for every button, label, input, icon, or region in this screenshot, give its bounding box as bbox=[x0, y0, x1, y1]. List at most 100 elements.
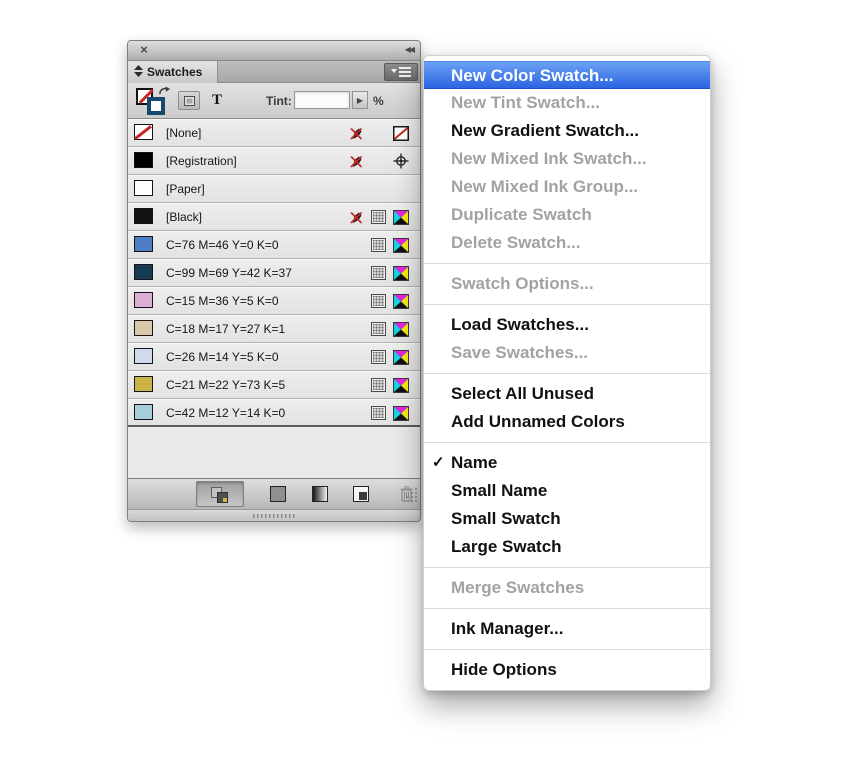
swatch-row[interactable]: C=76 M=46 Y=0 K=0 bbox=[128, 231, 420, 259]
swatch-row[interactable]: [Registration] bbox=[128, 147, 420, 175]
swatch-chip[interactable] bbox=[134, 208, 153, 224]
swatch-chip[interactable] bbox=[134, 376, 153, 392]
formatting-affects-text-button[interactable]: T bbox=[206, 91, 228, 110]
swatch-row[interactable]: C=99 M=69 Y=42 K=37 bbox=[128, 259, 420, 287]
swatch-chip[interactable] bbox=[134, 264, 153, 280]
panel-bottom-strip bbox=[128, 509, 420, 521]
swatch-name: C=21 M=22 Y=73 K=5 bbox=[166, 378, 286, 392]
menu-item-new-tint-swatch[interactable]: New Tint Swatch... bbox=[424, 89, 710, 117]
menu-item-duplicate-swatch[interactable]: Duplicate Swatch bbox=[424, 201, 710, 229]
process-color-icon bbox=[370, 405, 386, 421]
process-color-icon bbox=[370, 237, 386, 253]
show-all-swatches-button[interactable] bbox=[196, 481, 244, 507]
menu-item-delete-swatch[interactable]: Delete Swatch... bbox=[424, 229, 710, 257]
menu-item-load-swatches[interactable]: Load Swatches... bbox=[424, 311, 710, 339]
menu-item-save-swatches[interactable]: Save Swatches... bbox=[424, 339, 710, 367]
pen-x-icon bbox=[348, 209, 364, 225]
menu-separator bbox=[424, 263, 710, 264]
show-color-swatches-button[interactable] bbox=[265, 481, 291, 507]
swatch-chip[interactable] bbox=[134, 292, 153, 308]
process-color-icon bbox=[370, 293, 386, 309]
menu-item-label: Small Name bbox=[451, 481, 548, 500]
swatch-row[interactable]: C=18 M=17 Y=27 K=1 bbox=[128, 315, 420, 343]
menu-item-new-color-swatch[interactable]: New Color Swatch... bbox=[424, 61, 710, 89]
checkmark-icon: ✓ bbox=[432, 454, 445, 471]
formatting-affects-container-button[interactable] bbox=[178, 91, 200, 110]
panel-title-bar[interactable]: × ◀◀ bbox=[128, 41, 420, 61]
menu-item-label: Save Swatches... bbox=[451, 343, 589, 362]
swatches-panel-menu: New Color Swatch... New Tint Swatch... N… bbox=[423, 55, 711, 691]
menu-item-small-name[interactable]: Small Name bbox=[424, 477, 710, 505]
swatch-row[interactable]: C=15 M=36 Y=5 K=0 bbox=[128, 287, 420, 315]
swatches-panel: × ◀◀ Swatches T Tint: ▶ % [None] [Regist… bbox=[127, 40, 421, 522]
swatch-chip[interactable] bbox=[134, 236, 153, 252]
menu-item-label: Delete Swatch... bbox=[451, 233, 581, 252]
menu-item-swatch-options[interactable]: Swatch Options... bbox=[424, 270, 710, 298]
cmyk-icon bbox=[393, 377, 409, 393]
menu-item-label: New Color Swatch... bbox=[451, 66, 614, 85]
tint-label: Tint: bbox=[266, 94, 292, 108]
menu-separator bbox=[424, 373, 710, 374]
menu-item-small-swatch[interactable]: Small Swatch bbox=[424, 505, 710, 533]
panel-drag-grip[interactable] bbox=[253, 514, 295, 518]
swatch-chip[interactable] bbox=[134, 152, 153, 168]
menu-item-label: Add Unnamed Colors bbox=[451, 412, 625, 431]
panel-resize-grip[interactable] bbox=[403, 487, 418, 507]
panel-menu-button[interactable] bbox=[384, 63, 418, 81]
tint-stepper-button[interactable]: ▶ bbox=[352, 91, 368, 109]
tint-input[interactable] bbox=[294, 91, 350, 109]
swatch-row[interactable]: [Black] bbox=[128, 203, 420, 231]
panel-toggle-icon bbox=[134, 64, 143, 80]
gradient-swatch-icon bbox=[312, 486, 328, 502]
process-color-icon bbox=[370, 377, 386, 393]
swatch-row[interactable]: C=26 M=14 Y=5 K=0 bbox=[128, 343, 420, 371]
swatch-name: C=76 M=46 Y=0 K=0 bbox=[166, 238, 279, 252]
swatch-chip[interactable] bbox=[134, 124, 153, 140]
close-button[interactable]: × bbox=[137, 43, 151, 57]
menu-item-label: Select All Unused bbox=[451, 384, 594, 403]
menu-separator bbox=[424, 649, 710, 650]
menu-item-add-unnamed-colors[interactable]: Add Unnamed Colors bbox=[424, 408, 710, 436]
menu-item-label: Small Swatch bbox=[451, 509, 561, 528]
swatch-name: C=42 M=12 Y=14 K=0 bbox=[166, 406, 286, 420]
cmyk-icon bbox=[393, 209, 409, 225]
swatch-row[interactable]: C=42 M=12 Y=14 K=0 bbox=[128, 399, 420, 427]
swatch-chip[interactable] bbox=[134, 320, 153, 336]
menu-item-select-all-unused[interactable]: Select All Unused bbox=[424, 380, 710, 408]
menu-item-name[interactable]: ✓ Name bbox=[424, 449, 710, 477]
tab-label: Swatches bbox=[147, 65, 203, 79]
swatch-chip[interactable] bbox=[134, 348, 153, 364]
swatch-row[interactable]: C=21 M=22 Y=73 K=5 bbox=[128, 371, 420, 399]
process-color-icon bbox=[370, 265, 386, 281]
menu-item-label: New Mixed Ink Group... bbox=[451, 177, 639, 196]
menu-item-label: Large Swatch bbox=[451, 537, 562, 556]
menu-item-label: New Gradient Swatch... bbox=[451, 121, 639, 140]
menu-hamburger-icon bbox=[391, 67, 411, 77]
menu-item-new-gradient-swatch[interactable]: New Gradient Swatch... bbox=[424, 117, 710, 145]
menu-item-merge-swatches[interactable]: Merge Swatches bbox=[424, 574, 710, 602]
swatch-row[interactable]: [None] bbox=[128, 119, 420, 147]
swatch-name: [Registration] bbox=[166, 154, 237, 168]
menu-item-ink-manager[interactable]: Ink Manager... bbox=[424, 615, 710, 643]
fill-stroke-proxy[interactable] bbox=[136, 86, 172, 117]
show-gradient-swatches-button[interactable] bbox=[307, 481, 333, 507]
new-swatch-icon bbox=[353, 486, 369, 502]
swatch-name: C=18 M=17 Y=27 K=1 bbox=[166, 322, 286, 336]
new-swatch-button[interactable] bbox=[348, 481, 374, 507]
tab-swatches[interactable]: Swatches bbox=[128, 61, 218, 83]
stroke-swatch-proxy[interactable] bbox=[147, 97, 165, 115]
pen-x-icon bbox=[348, 153, 364, 169]
menu-item-new-mixed-ink-group[interactable]: New Mixed Ink Group... bbox=[424, 173, 710, 201]
swatch-row[interactable]: [Paper] bbox=[128, 175, 420, 203]
swatch-chip[interactable] bbox=[134, 404, 153, 420]
swatch-name: C=26 M=14 Y=5 K=0 bbox=[166, 350, 279, 364]
menu-item-large-swatch[interactable]: Large Swatch bbox=[424, 533, 710, 561]
menu-item-hide-options[interactable]: Hide Options bbox=[424, 656, 710, 684]
cmyk-icon bbox=[393, 349, 409, 365]
menu-item-new-mixed-ink-swatch[interactable]: New Mixed Ink Swatch... bbox=[424, 145, 710, 173]
swatch-chip[interactable] bbox=[134, 180, 153, 196]
menu-separator bbox=[424, 442, 710, 443]
collapse-panel-icon[interactable]: ◀◀ bbox=[405, 45, 415, 54]
menu-item-label: Duplicate Swatch bbox=[451, 205, 592, 224]
screen: × ◀◀ Swatches T Tint: ▶ % [None] [Regist… bbox=[0, 0, 850, 779]
